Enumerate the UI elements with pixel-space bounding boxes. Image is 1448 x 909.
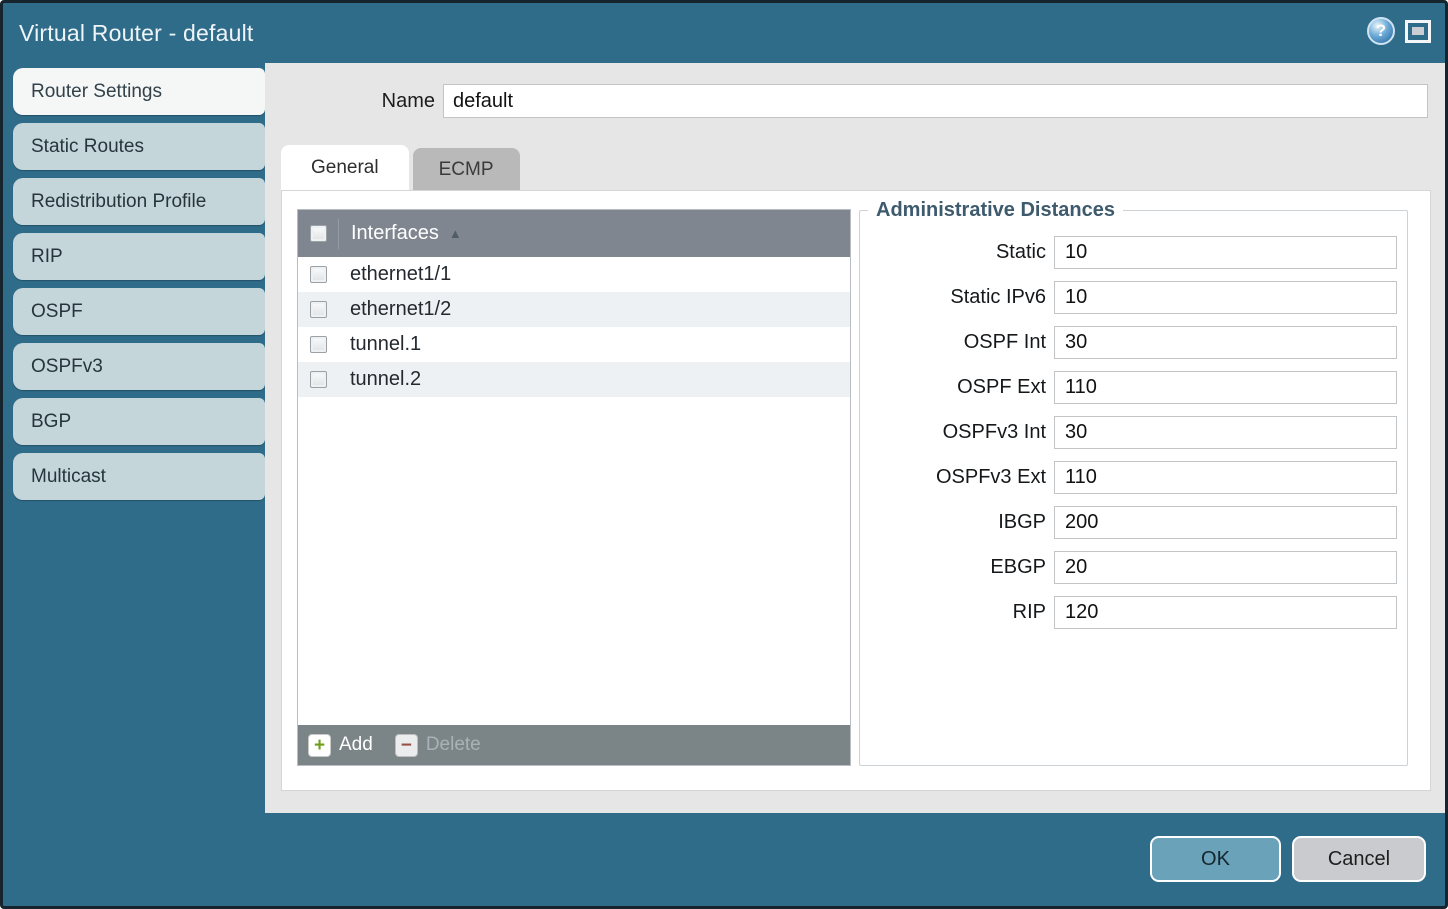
row-checkbox[interactable] (310, 266, 327, 283)
ospf-int-label: OSPF Int (964, 331, 1046, 354)
plus-icon: + (308, 734, 331, 757)
table-row-ethernet1-1[interactable]: ethernet1/1 (298, 257, 850, 292)
row-checkbox[interactable] (310, 301, 327, 318)
ok-button[interactable]: OK (1150, 836, 1281, 882)
rip-label: RIP (1013, 601, 1046, 624)
static-field-row: Static (860, 236, 1397, 269)
add-button-label: Add (339, 734, 373, 756)
rip-field-row: RIP (860, 596, 1397, 629)
cancel-button[interactable]: Cancel (1292, 836, 1426, 882)
table-row-tunnel-2[interactable]: tunnel.2 (298, 362, 850, 397)
ebgp-input[interactable] (1054, 551, 1397, 584)
ospf-int-input[interactable] (1054, 326, 1397, 359)
admin-distances-fieldset: Administrative Distances Static Static I… (859, 199, 1408, 766)
name-label: Name (265, 90, 443, 113)
sidebar-item-rip[interactable]: RIP (13, 233, 265, 280)
sidebar: Router Settings Static Routes Redistribu… (3, 63, 265, 906)
ospfv3-int-field-row: OSPFv3 Int (860, 416, 1397, 449)
help-icon-glyph: ? (1376, 21, 1386, 41)
tab-ecmp[interactable]: ECMP (413, 148, 520, 191)
ibgp-label: IBGP (998, 511, 1046, 534)
ospfv3-ext-label: OSPFv3 Ext (936, 466, 1046, 489)
interface-name: tunnel.2 (338, 368, 421, 391)
row-checkbox[interactable] (310, 371, 327, 388)
ospfv3-ext-input[interactable] (1054, 461, 1397, 494)
interfaces-table-header: Interfaces ▲ (298, 210, 850, 257)
static-ipv6-field-row: Static IPv6 (860, 281, 1397, 314)
static-input[interactable] (1054, 236, 1397, 269)
add-button[interactable]: + Add (308, 734, 373, 757)
interface-name: ethernet1/1 (338, 263, 451, 286)
sidebar-item-static-routes[interactable]: Static Routes (13, 123, 265, 170)
admin-distances-legend: Administrative Distances (868, 199, 1123, 222)
delete-button-label: Delete (426, 734, 481, 756)
help-icon[interactable]: ? (1367, 17, 1395, 45)
titlebar-icons: ? (1367, 17, 1431, 45)
interface-name: tunnel.1 (338, 333, 421, 356)
ospf-int-field-row: OSPF Int (860, 326, 1397, 359)
static-ipv6-input[interactable] (1054, 281, 1397, 314)
name-input[interactable] (443, 84, 1428, 118)
sort-ascending-icon: ▲ (449, 226, 462, 241)
ospfv3-int-input[interactable] (1054, 416, 1397, 449)
ebgp-field-row: EBGP (860, 551, 1397, 584)
interfaces-table-footer: + Add − Delete (298, 725, 850, 765)
sidebar-item-multicast[interactable]: Multicast (13, 453, 265, 500)
ibgp-input[interactable] (1054, 506, 1397, 539)
ibgp-field-row: IBGP (860, 506, 1397, 539)
ospf-ext-label: OSPF Ext (957, 376, 1046, 399)
row-checkbox[interactable] (310, 336, 327, 353)
tab-row: General ECMP (281, 145, 520, 191)
delete-button[interactable]: − Delete (395, 734, 481, 757)
sidebar-item-bgp[interactable]: BGP (13, 398, 265, 445)
sidebar-item-ospf[interactable]: OSPF (13, 288, 265, 335)
tab-general[interactable]: General (281, 145, 409, 191)
dialog-title: Virtual Router - default (19, 3, 254, 63)
general-tab-panel: Interfaces ▲ ethernet1/1 ethernet1/2 (281, 190, 1431, 791)
window-restore-icon-inner (1412, 27, 1424, 35)
interfaces-table-body: ethernet1/1 ethernet1/2 tunnel.1 tunnel.… (298, 257, 850, 725)
select-all-checkbox[interactable] (310, 225, 327, 242)
ospf-ext-field-row: OSPF Ext (860, 371, 1397, 404)
interface-name: ethernet1/2 (338, 298, 451, 321)
ospfv3-int-label: OSPFv3 Int (943, 421, 1046, 444)
sidebar-item-redistribution-profile[interactable]: Redistribution Profile (13, 178, 265, 225)
rip-input[interactable] (1054, 596, 1397, 629)
titlebar: Virtual Router - default ? (3, 3, 1445, 63)
table-row-tunnel-1[interactable]: tunnel.1 (298, 327, 850, 362)
virtual-router-dialog: Virtual Router - default ? Router Settin… (0, 0, 1448, 909)
interfaces-table: Interfaces ▲ ethernet1/1 ethernet1/2 (297, 209, 851, 766)
static-label: Static (996, 241, 1046, 264)
sidebar-item-router-settings[interactable]: Router Settings (13, 68, 265, 115)
interfaces-column-label: Interfaces (351, 222, 439, 245)
ospf-ext-input[interactable] (1054, 371, 1397, 404)
sidebar-item-ospfv3[interactable]: OSPFv3 (13, 343, 265, 390)
ospfv3-ext-field-row: OSPFv3 Ext (860, 461, 1397, 494)
ebgp-label: EBGP (990, 556, 1046, 579)
interfaces-column-header[interactable]: Interfaces ▲ (338, 219, 850, 249)
name-row: Name (265, 84, 1428, 118)
content-area: Name General ECMP Interfaces ▲ (265, 63, 1445, 813)
select-all-cell (298, 225, 338, 242)
minus-icon: − (395, 734, 418, 757)
table-row-ethernet1-2[interactable]: ethernet1/2 (298, 292, 850, 327)
window-restore-icon[interactable] (1405, 20, 1431, 43)
static-ipv6-label: Static IPv6 (950, 286, 1046, 309)
